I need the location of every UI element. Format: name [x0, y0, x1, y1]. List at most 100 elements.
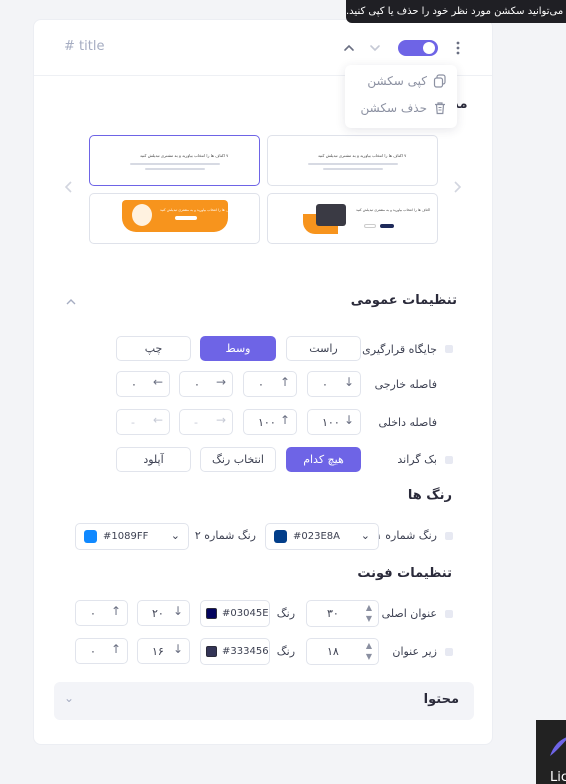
padding-left-value: - [131, 416, 135, 429]
color1-hex: #023E8A [293, 531, 340, 542]
template-thumbnail[interactable]: ۷ اکتاف ها را انتخاب بیاورید و به مشتری … [89, 135, 260, 186]
template-title: ۷ اکتاف ها را انتخاب بیاورید و به مشتری … [140, 153, 229, 158]
caret-down-icon[interactable]: ▼ [366, 652, 372, 661]
carousel-next-icon[interactable] [452, 178, 462, 199]
padding-bottom-input[interactable]: ۱۰۰ ↓ [307, 409, 361, 435]
corner-widget[interactable]: Lic [536, 720, 566, 784]
color2-select[interactable]: #1089FF ⌄ [75, 523, 189, 550]
toggle-knob [423, 42, 435, 54]
row-indicator [445, 648, 453, 656]
color1-swatch [274, 530, 287, 543]
subheading-size-stepper[interactable]: ۱۸ ▲ ▼ [306, 638, 379, 665]
caret-up-icon[interactable]: ▲ [366, 603, 372, 612]
arrow-up-icon: ↑ [110, 642, 121, 656]
copy-icon [433, 74, 446, 88]
heading-line-input[interactable]: ۰ ↑ [75, 600, 128, 626]
chevron-up-icon[interactable] [64, 296, 78, 308]
margin-left-input[interactable]: ۰ ← [116, 371, 170, 397]
margin-label: فاصله خارجی [374, 378, 437, 391]
section-title-input[interactable]: # title [64, 39, 104, 54]
hint-tooltip: می‌توانید سکشن مورد نظر خود را حذف یا کپ… [346, 0, 566, 23]
copy-section-label: کپی سکشن [367, 74, 427, 88]
heading-line-value: ۰ [90, 607, 96, 620]
chevron-down-icon[interactable] [367, 40, 383, 56]
template-avatar [132, 204, 152, 226]
caret-up-icon[interactable]: ▲ [366, 641, 372, 650]
delete-section-label: حذف سکشن [360, 101, 428, 115]
position-label: جایگاه قرارگیری [362, 343, 437, 356]
subheading-line-input[interactable]: ۰ ↑ [75, 638, 128, 664]
margin-bottom-input[interactable]: ۰ ↓ [307, 371, 361, 397]
template-thumbnail[interactable]: ۷ اکتاف ها را انتخاب بیاورید و به مشتری … [267, 135, 438, 186]
tooltip-text: می‌توانید سکشن مورد نظر خود را حذف یا کپ… [346, 6, 564, 17]
margin-bottom-value: ۰ [322, 378, 328, 391]
template-line [308, 163, 398, 165]
background-label: بک گراند [397, 453, 437, 466]
template-image [316, 204, 346, 226]
padding-right-value: - [194, 416, 198, 429]
background-upload-button[interactable]: آپلود [116, 447, 191, 472]
color2-label: رنگ شماره ۲ [194, 529, 256, 542]
copy-section-item[interactable]: کپی سکشن [367, 74, 447, 88]
background-color-button[interactable]: انتخاب رنگ [200, 447, 276, 472]
heading-color-input[interactable]: #03045E [200, 600, 270, 627]
row-indicator [445, 456, 453, 464]
section-visibility-toggle[interactable] [398, 40, 438, 56]
background-none-button[interactable]: هیچ کدام [286, 447, 361, 472]
subheading-size-value: ۱۸ [327, 645, 339, 658]
subheading-color-input[interactable]: #333456 [200, 638, 270, 665]
content-accordion[interactable]: محتوا ⌄ [54, 682, 474, 720]
row-indicator [445, 532, 453, 540]
arrow-right-icon: → [215, 413, 226, 427]
position-center-button[interactable]: وسط [200, 336, 276, 361]
template-title: اکتاف ها را انتخاب بیاورید و به مشتری تب… [356, 208, 431, 212]
subheading-color-swatch [206, 646, 217, 657]
padding-right-input[interactable]: - → [179, 409, 233, 435]
template-button [175, 216, 197, 220]
margin-left-value: ۰ [131, 378, 137, 391]
heading-color-swatch [206, 608, 217, 619]
general-settings-title: تنظیمات عمومی [350, 293, 457, 308]
heading-size-value: ۳۰ [327, 607, 339, 620]
heading-weight-input[interactable]: ۲۰ ↓ [137, 600, 190, 626]
template-line [323, 168, 383, 170]
color2-swatch [84, 530, 97, 543]
position-left-button[interactable]: چپ [116, 336, 191, 361]
margin-right-input[interactable]: ۰ → [179, 371, 233, 397]
subheading-weight-input[interactable]: ۱۶ ↓ [137, 638, 190, 664]
section-subtitle-partial: مد [452, 97, 468, 112]
more-options-icon[interactable] [452, 39, 464, 57]
section-options-menu: کپی سکشن حذف سکشن [345, 65, 457, 128]
arrow-down-icon: ↓ [172, 642, 183, 656]
colors-title: رنگ ها [407, 488, 452, 503]
arrow-left-icon: ← [152, 413, 163, 427]
template-thumbnail[interactable]: اکتاف ها را انتخاب بیاورید و به مشتری تب… [89, 193, 260, 244]
arrow-up-icon: ↑ [279, 375, 290, 389]
heading-color-label: رنگ [276, 607, 295, 620]
margin-top-input[interactable]: ۰ ↑ [243, 371, 297, 397]
margin-right-value: ۰ [194, 378, 200, 391]
template-thumbnail[interactable]: اکتاف ها را انتخاب بیاورید و به مشتری تب… [267, 193, 438, 244]
color1-select[interactable]: #023E8A ⌄ [265, 523, 379, 550]
heading-weight-value: ۲۰ [152, 607, 164, 620]
content-title: محتوا [423, 692, 459, 707]
position-right-button[interactable]: راست [286, 336, 361, 361]
trash-icon [435, 102, 445, 115]
subheading-label: زیر عنوان [392, 645, 437, 658]
caret-down-icon[interactable]: ▼ [366, 614, 372, 623]
margin-top-value: ۰ [258, 378, 264, 391]
arrow-down-icon: ↓ [343, 375, 354, 389]
carousel-prev-icon[interactable] [64, 178, 74, 199]
chevron-down-icon: ⌄ [64, 691, 75, 705]
template-title: ۷ اکتاف ها را انتخاب بیاورید و به مشتری … [318, 153, 407, 158]
subheading-color-label: رنگ [276, 645, 295, 658]
heading-size-stepper[interactable]: ۳۰ ▲ ▼ [306, 600, 379, 627]
arrow-up-icon: ↑ [279, 413, 290, 427]
padding-left-input[interactable]: - ← [116, 409, 170, 435]
padding-top-input[interactable]: ۱۰۰ ↑ [243, 409, 297, 435]
chevron-up-icon[interactable] [341, 40, 357, 56]
template-line [130, 163, 220, 165]
color2-hex: #1089FF [103, 531, 149, 542]
delete-section-item[interactable]: حذف سکشن [361, 101, 448, 115]
template-button [364, 224, 376, 228]
